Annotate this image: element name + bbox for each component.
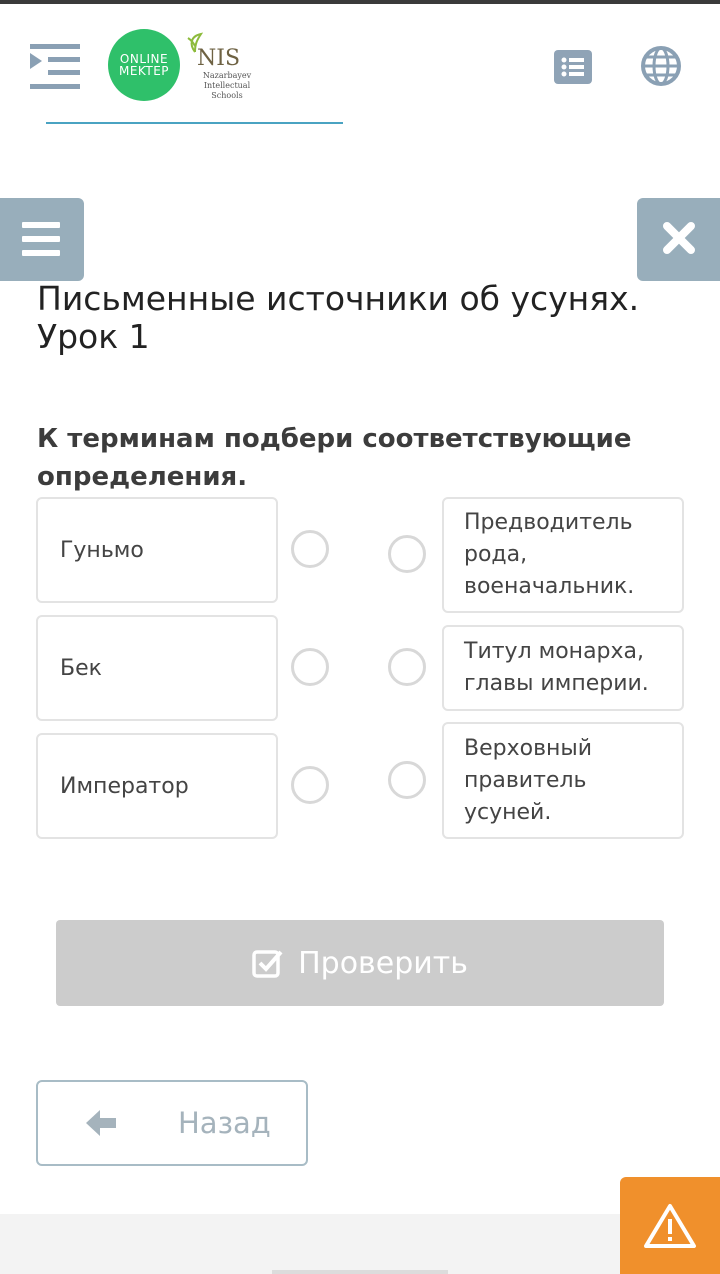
report-issue-button[interactable]	[620, 1177, 720, 1274]
definition-radio-1[interactable]	[388, 535, 426, 573]
term-radio-2[interactable]	[291, 648, 329, 686]
definition-card-1[interactable]: Предводитель рода, военачальник.	[442, 497, 684, 613]
nis-title: NIS	[197, 46, 241, 71]
back-button-label: Назад	[178, 1106, 271, 1140]
definition-label: Предводитель рода, военачальник.	[464, 510, 635, 599]
question-text: К терминам подбери соответствующие опред…	[37, 424, 632, 492]
checkbox-check-icon	[252, 950, 283, 978]
term-label: Гуньмо	[60, 537, 144, 563]
logo-text-line2: MEKTEP	[118, 64, 170, 78]
hamburger-icon	[22, 222, 60, 256]
globe-icon[interactable]	[641, 46, 681, 86]
online-mektep-logo: ONLINE MEKTEP	[108, 29, 180, 101]
page-footer-area	[0, 1214, 720, 1274]
check-button[interactable]: Проверить	[56, 920, 664, 1006]
definition-label: Верховный правитель усуней.	[464, 735, 593, 825]
term-card-2[interactable]: Бек	[36, 615, 278, 721]
term-card-1[interactable]: Гуньмо	[36, 497, 278, 603]
warning-icon	[644, 1203, 696, 1248]
close-button[interactable]	[637, 198, 720, 281]
term-label: Император	[60, 773, 189, 799]
menu-indent-icon[interactable]	[30, 42, 82, 92]
home-indicator	[272, 1270, 448, 1274]
term-card-3[interactable]: Император	[36, 733, 278, 839]
definition-radio-2[interactable]	[388, 648, 426, 686]
definition-radio-3[interactable]	[388, 761, 426, 799]
term-radio-3[interactable]	[291, 766, 329, 804]
sidebar-toggle-button[interactable]	[0, 198, 84, 281]
lesson-title: Письменные источники об усунях. Урок 1	[37, 279, 640, 356]
nis-logo: NIS Nazarbayev Intellectual Schools	[185, 32, 255, 102]
app-header: ONLINE MEKTEP NIS Nazarbayev Intellectua…	[0, 4, 720, 122]
term-radio-1[interactable]	[291, 530, 329, 568]
nis-subtitle: Nazarbayev Intellectual Schools	[202, 71, 252, 100]
definition-label: Титул монарха, главы империи.	[464, 639, 649, 696]
term-label: Бек	[60, 655, 102, 681]
back-button[interactable]: Назад	[36, 1080, 308, 1166]
definition-card-3[interactable]: Верховный правитель усуней.	[442, 722, 684, 839]
header-underline	[46, 122, 343, 124]
arrow-left-icon	[86, 1110, 116, 1136]
definition-card-2[interactable]: Титул монарха, главы империи.	[442, 625, 684, 711]
close-icon	[663, 222, 695, 254]
list-icon[interactable]	[554, 50, 592, 84]
check-button-label: Проверить	[298, 945, 468, 981]
